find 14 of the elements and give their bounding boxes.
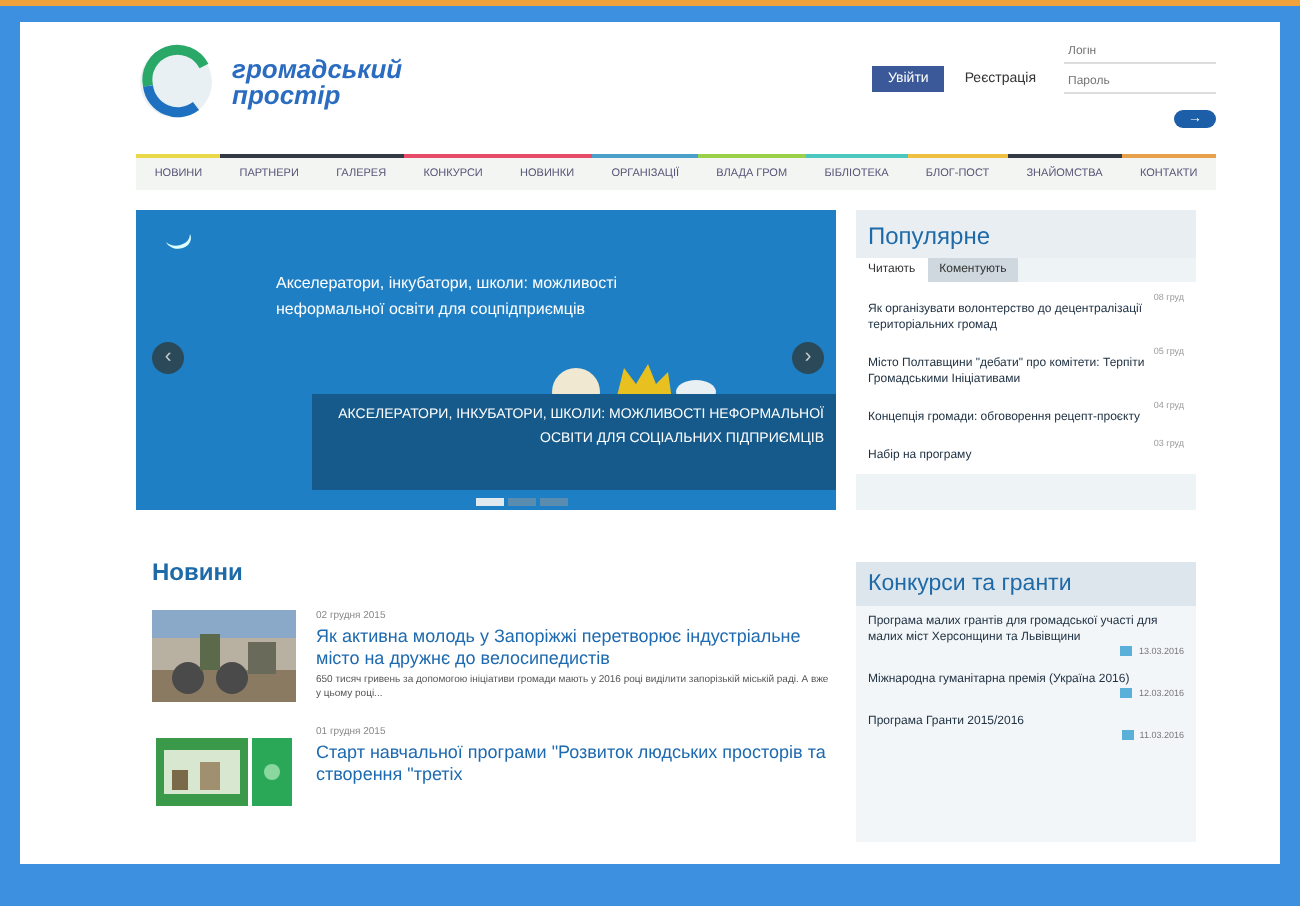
moon-icon [164,230,192,254]
calendar-icon [1120,688,1133,698]
news-headline[interactable]: Як активна молодь у Запоріжжі перетворює індустріальне місто на дружнє до велосипедистів [316,626,836,670]
calendar-icon [1121,730,1134,740]
logo-icon [136,42,216,122]
section-title: Популярне [856,210,1196,258]
logo-text: громадський простір [232,56,403,108]
calendar-icon [1120,646,1133,656]
slide-headline: Акселератори, інкубатори, школи: можливості неформальної освіти для соцпідприємців [276,272,620,322]
section-title: Новини [152,558,245,586]
section-title: Конкурси та гранти [856,562,1196,606]
next-button[interactable]: › [792,342,824,374]
previous-button[interactable]: ‹ [152,342,184,374]
news-headline[interactable]: Старт навчальної програми "Розвиток людських просторів та створення "третіх [316,742,836,786]
